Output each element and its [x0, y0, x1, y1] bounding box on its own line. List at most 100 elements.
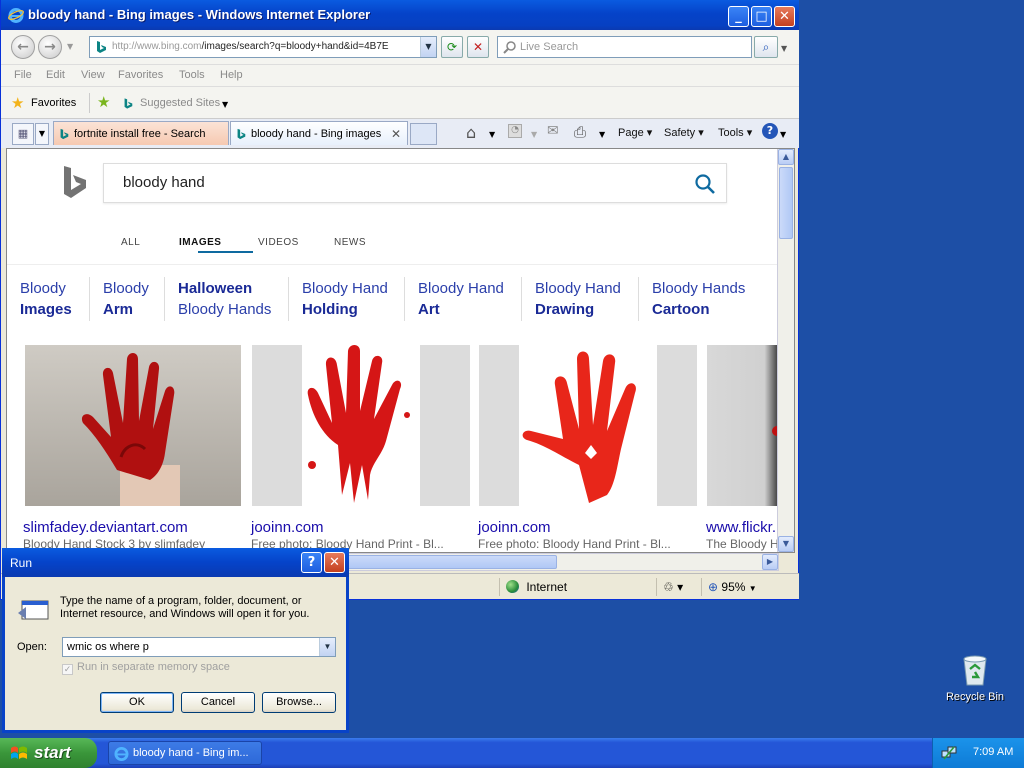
scroll-thumb[interactable]	[779, 167, 793, 239]
taskbar-ie-button[interactable]: bloody hand - Bing im...	[108, 741, 262, 765]
recycle-bin-icon	[963, 655, 987, 686]
bing-search-box[interactable]: bloody hand	[103, 163, 727, 203]
close-button[interactable]: ✕	[774, 6, 795, 27]
home-icon[interactable]: ⌂	[466, 123, 476, 142]
safety-menu[interactable]: Safety ▾	[664, 126, 704, 139]
tools-menu-label: Tools	[718, 127, 744, 139]
tab-close-icon[interactable]: ✕	[391, 127, 401, 141]
menu-view[interactable]: View	[81, 69, 105, 81]
image-result-thumbnail[interactable]	[707, 345, 779, 506]
menu-edit[interactable]: Edit	[46, 69, 65, 81]
tab-bar: ▦ ▼ fortnite install free - Search blood…	[1, 118, 799, 148]
network-icon[interactable]	[941, 745, 957, 761]
live-search-input[interactable]: Live Search	[497, 36, 752, 58]
related-line2: Drawing	[535, 301, 595, 318]
bing-favicon-icon	[237, 128, 246, 140]
history-dropdown-icon[interactable]: ▼	[67, 42, 73, 51]
search-icon[interactable]	[694, 173, 716, 195]
vertical-scrollbar[interactable]: ▲ ▼	[777, 149, 794, 552]
start-label: start	[34, 743, 71, 762]
read-mail-icon[interactable]: ✉	[547, 123, 559, 139]
quick-tabs-icon[interactable]: ▦	[12, 123, 34, 145]
menu-favorites[interactable]: Favorites	[118, 69, 163, 81]
open-dropdown-icon[interactable]: ▼	[319, 638, 335, 656]
scope-videos[interactable]: VIDEOS	[258, 237, 299, 248]
print-dropdown-icon[interactable]: ▼	[599, 130, 605, 139]
menu-tools[interactable]: Tools	[179, 69, 205, 81]
zoom-control[interactable]: ⊕ 95% ▼	[701, 578, 776, 596]
related-search-item[interactable]: Bloody Hand Drawing	[535, 278, 621, 320]
image-result-caption[interactable]: The Bloody H	[706, 537, 779, 551]
related-search-item[interactable]: Bloody Images	[20, 278, 72, 320]
hscroll-thumb[interactable]	[347, 555, 557, 569]
image-result-source[interactable]: jooinn.com	[251, 519, 324, 536]
cancel-button[interactable]: Cancel	[181, 692, 255, 713]
image-result-thumbnail[interactable]	[252, 345, 470, 506]
help-icon[interactable]: ?	[762, 123, 778, 139]
related-search-item[interactable]: Halloween Bloody Hands	[178, 278, 271, 320]
favorites-bar: ★ Favorites ★ Suggested Sites ▼	[1, 86, 799, 118]
favorites-button[interactable]: Favorites	[31, 97, 76, 109]
recycle-bin-desktop-icon[interactable]: Recycle Bin	[940, 655, 1010, 703]
scroll-up-icon[interactable]: ▲	[778, 149, 794, 165]
feeds-icon[interactable]: ◔	[508, 124, 522, 138]
open-input[interactable]: wmic os where p ▼	[62, 637, 336, 657]
menu-file[interactable]: File	[14, 69, 32, 81]
image-result-source[interactable]: jooinn.com	[478, 519, 551, 536]
tab-list-dropdown-icon[interactable]: ▼	[35, 123, 49, 145]
related-search-item[interactable]: Bloody Hand Holding	[302, 278, 388, 320]
minimize-button[interactable]: _	[728, 6, 749, 27]
ok-button[interactable]: OK	[100, 692, 174, 713]
search-go-button[interactable]: ⌕	[754, 36, 778, 58]
image-result-thumbnail[interactable]	[479, 345, 697, 506]
run-title: Run	[10, 556, 33, 570]
help-dropdown-icon[interactable]: ▼	[780, 130, 786, 139]
image-result-source[interactable]: slimfadey.deviantart.com	[23, 519, 188, 536]
new-tab-button[interactable]	[410, 123, 437, 145]
image-result-thumbnail[interactable]	[25, 345, 241, 506]
feeds-dropdown-icon[interactable]: ▼	[531, 130, 537, 139]
page-menu-label: Page	[618, 127, 644, 139]
related-search-item[interactable]: Bloody Hands Cartoon	[652, 278, 745, 320]
zone-indicator[interactable]: Internet	[499, 578, 651, 596]
scope-all[interactable]: ALL	[121, 237, 140, 248]
page-content: bloody hand ALL IMAGES VIDEOS NEWS Blood…	[6, 148, 795, 553]
tab-fortnite[interactable]: fortnite install free - Search	[53, 121, 229, 145]
refresh-icon[interactable]: ⟳	[441, 36, 463, 58]
home-dropdown-icon[interactable]: ▼	[489, 130, 495, 139]
browse-button[interactable]: Browse...	[262, 692, 336, 713]
scope-news[interactable]: NEWS	[334, 237, 366, 248]
menu-help[interactable]: Help	[220, 69, 243, 81]
related-search-item[interactable]: Bloody Hand Art	[418, 278, 504, 320]
page-menu[interactable]: Page ▾	[618, 126, 652, 139]
back-button[interactable]: ←	[11, 35, 35, 59]
tab-bloody-hand[interactable]: bloody hand - Bing images ✕	[230, 121, 408, 145]
clock[interactable]: 7:09 AM	[973, 746, 1013, 758]
stop-icon[interactable]: ✕	[467, 36, 489, 58]
maximize-button[interactable]: □	[751, 6, 772, 27]
search-options-dropdown-icon[interactable]: ▼	[781, 44, 787, 53]
scroll-right-icon[interactable]: ▶	[762, 554, 778, 570]
address-bar[interactable]: http://www.bing.com/images/search?q=bloo…	[89, 36, 437, 58]
scope-images[interactable]: IMAGES	[179, 237, 221, 248]
run-close-button[interactable]: ✕	[324, 552, 345, 573]
help-button[interactable]: ?	[301, 552, 322, 573]
suggested-sites-link[interactable]: Suggested Sites	[140, 97, 220, 109]
related-search-item[interactable]: Bloody Arm	[103, 278, 149, 320]
suggested-sites-dropdown-icon[interactable]: ▼	[222, 100, 228, 109]
address-dropdown-icon[interactable]: ▼	[420, 37, 436, 57]
image-result-caption[interactable]: Free photo: Bloody Hand Print - Bl...	[478, 537, 671, 551]
bing-logo-icon[interactable]	[62, 164, 88, 200]
start-button[interactable]: start	[0, 738, 97, 768]
run-titlebar[interactable]: Run ? ✕	[2, 548, 349, 577]
protected-mode-icon[interactable]: ♲ ▾	[656, 578, 698, 596]
forward-button[interactable]: →	[38, 35, 62, 59]
print-icon[interactable]: ⎙	[574, 123, 586, 141]
add-to-favorites-icon[interactable]: ★	[97, 93, 110, 111]
ie-titlebar[interactable]: bloody hand - Bing images - Windows Inte…	[1, 0, 799, 30]
related-line2: Bloody Hands	[178, 301, 272, 318]
scroll-down-icon[interactable]: ▼	[778, 536, 794, 552]
image-result-source[interactable]: www.flickr.	[706, 519, 779, 536]
zoom-dropdown-icon[interactable]: ▼	[749, 584, 757, 593]
tools-menu[interactable]: Tools ▾	[718, 126, 752, 139]
